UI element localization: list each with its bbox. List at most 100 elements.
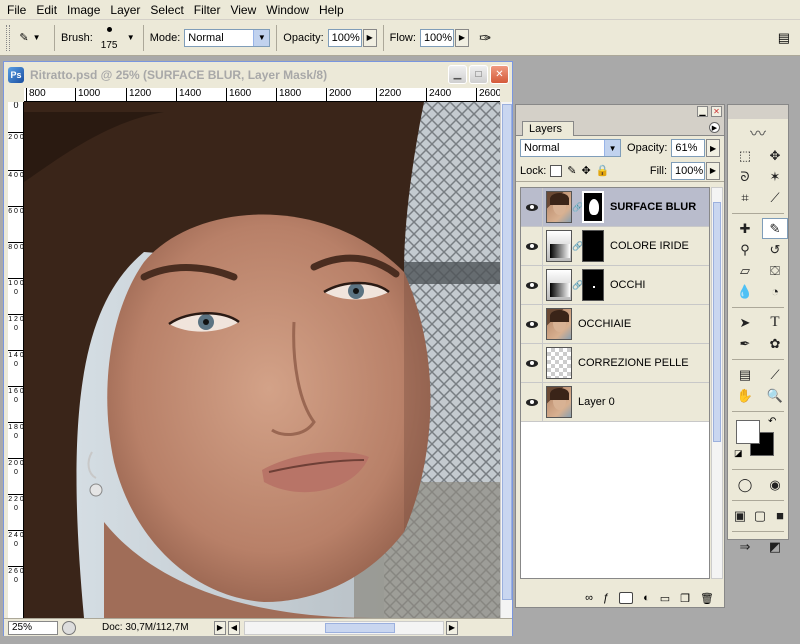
foreground-color-swatch[interactable] bbox=[736, 420, 760, 444]
blend-mode-select[interactable]: Normal ▼ bbox=[520, 139, 622, 157]
new-layer-icon[interactable]: ❐ bbox=[680, 592, 690, 605]
move-tool-icon[interactable]: ✥ bbox=[762, 145, 788, 166]
feather-logo-icon[interactable]: 〰 bbox=[728, 119, 788, 145]
standard-mode-icon[interactable]: ◯ bbox=[732, 474, 758, 495]
mask-link-icon[interactable]: 🔗 bbox=[572, 241, 583, 252]
menu-edit[interactable]: Edit bbox=[31, 0, 62, 20]
visibility-eye-icon[interactable] bbox=[521, 188, 543, 227]
swap-colors-icon[interactable]: ↶ bbox=[768, 416, 776, 427]
slice-tool-icon[interactable]: ⟋ bbox=[762, 187, 788, 208]
horizontal-ruler[interactable]: 800 1000 1200 1400 1600 1800 2000 2200 2… bbox=[24, 88, 500, 102]
layer-mask-thumbnail[interactable] bbox=[582, 191, 604, 223]
menu-help[interactable]: Help bbox=[314, 0, 349, 20]
layer-opacity-slider-button[interactable]: ▶ bbox=[706, 139, 720, 157]
document-title-bar[interactable]: Ps Ritratto.psd @ 25% (SURFACE BLUR, Lay… bbox=[4, 62, 512, 88]
magic-wand-tool-icon[interactable]: ✶ bbox=[762, 166, 788, 187]
maximize-button[interactable]: □ bbox=[469, 65, 488, 84]
lock-all-icon[interactable]: 🔒 bbox=[596, 164, 610, 177]
history-brush-tool-icon[interactable]: ↺ bbox=[762, 239, 788, 260]
document-horizontal-scrollbar[interactable] bbox=[244, 620, 444, 635]
adjustment-layer-icon[interactable]: ◐ bbox=[643, 592, 650, 604]
paint-bucket-tool-icon[interactable]: ⛋ bbox=[762, 260, 788, 281]
visibility-eye-icon[interactable] bbox=[521, 343, 543, 383]
mask-link-icon[interactable]: 🔗 bbox=[572, 280, 583, 291]
image-canvas[interactable] bbox=[24, 102, 500, 618]
dodge-tool-icon[interactable]: ◔ bbox=[762, 281, 788, 302]
layer-style-icon[interactable]: ƒ bbox=[603, 592, 609, 604]
layers-scrollbar[interactable] bbox=[711, 187, 723, 579]
close-button[interactable]: ✕ bbox=[490, 65, 509, 84]
mode-select[interactable]: Normal ▼ bbox=[184, 28, 271, 47]
clone-stamp-tool-icon[interactable]: ⚲ bbox=[732, 239, 758, 260]
document-size[interactable]: Doc: 30,7M/112,7M bbox=[102, 622, 212, 633]
tab-layers[interactable]: Layers bbox=[522, 121, 574, 136]
fill-slider-button[interactable]: ▶ bbox=[706, 161, 720, 180]
layer-opacity-input[interactable]: 61% bbox=[671, 139, 706, 157]
layer-row-surface-blur[interactable]: 🔗 SURFACE BLUR bbox=[521, 188, 709, 227]
layer-thumbnail[interactable] bbox=[546, 191, 572, 223]
visibility-eye-icon[interactable] bbox=[521, 382, 543, 422]
brush-tool-icon[interactable]: ✎ bbox=[762, 218, 788, 239]
visibility-eye-icon[interactable] bbox=[521, 265, 543, 305]
layer-row-correzione-pelle[interactable]: CORREZIONE PELLE bbox=[521, 343, 709, 383]
full-screen-menu-mode-icon[interactable]: ▢ bbox=[752, 505, 768, 526]
lock-transparency-icon[interactable] bbox=[550, 164, 563, 177]
layer-thumbnail[interactable] bbox=[546, 308, 572, 340]
scroll-right-button[interactable]: ▶ bbox=[446, 620, 458, 635]
crop-tool-icon[interactable]: ⌗ bbox=[732, 187, 758, 208]
document-vertical-scrollbar[interactable] bbox=[500, 102, 512, 618]
visibility-eye-icon[interactable] bbox=[521, 226, 543, 266]
shape-tool-icon[interactable]: ✿ bbox=[762, 333, 788, 354]
full-screen-mode-icon[interactable]: ■ bbox=[772, 505, 788, 526]
layer-row-colore-iride[interactable]: 🔗 COLORE IRIDE bbox=[521, 226, 709, 266]
add-mask-icon[interactable] bbox=[619, 592, 634, 604]
eyedropper-tool-icon[interactable]: ⟋ bbox=[762, 364, 788, 385]
adjustment-layer-thumbnail[interactable] bbox=[546, 230, 572, 262]
adjustment-layer-thumbnail[interactable] bbox=[546, 269, 572, 301]
zoom-icon[interactable] bbox=[62, 620, 76, 635]
layer-row-occhiaie[interactable]: OCCHIAIE bbox=[521, 304, 709, 344]
imageready-logo-icon[interactable]: ◩ bbox=[762, 536, 788, 557]
palette-minimize-button[interactable]: ▁ bbox=[697, 106, 708, 117]
quick-mask-mode-icon[interactable]: ◉ bbox=[762, 474, 788, 495]
lasso-tool-icon[interactable]: ᘐ bbox=[732, 166, 758, 187]
jump-to-imageready-icon[interactable]: ⇒ bbox=[732, 536, 758, 557]
visibility-eye-icon[interactable] bbox=[521, 304, 543, 344]
layer-mask-thumbnail[interactable] bbox=[582, 269, 604, 301]
menu-window[interactable]: Window bbox=[261, 0, 314, 20]
notes-tool-icon[interactable]: ▤ bbox=[732, 364, 758, 385]
menu-file[interactable]: File bbox=[2, 0, 31, 20]
layers-palette-titlebar[interactable]: ▁ ✕ bbox=[516, 105, 724, 119]
menu-view[interactable]: View bbox=[225, 0, 261, 20]
layer-thumbnail[interactable] bbox=[546, 347, 572, 379]
vertical-ruler[interactable]: 0 2 0 0 4 0 0 6 0 0 8 0 0 1 0 0 0 1 2 0 … bbox=[8, 102, 24, 618]
standard-screen-mode-icon[interactable]: ▣ bbox=[732, 505, 748, 526]
menu-layer[interactable]: Layer bbox=[105, 0, 145, 20]
scroll-left-button[interactable]: ◀ bbox=[228, 620, 240, 635]
lock-position-icon[interactable]: ✥ bbox=[582, 164, 591, 177]
palette-well-icon[interactable]: ▤ bbox=[778, 30, 790, 46]
lock-pixels-icon[interactable]: ✎ bbox=[567, 164, 576, 177]
hand-tool-icon[interactable]: ✋ bbox=[732, 385, 758, 406]
tools-titlebar[interactable] bbox=[728, 105, 788, 119]
layer-row-layer-0[interactable]: Layer 0 bbox=[521, 382, 709, 422]
flow-slider-button[interactable]: ▶ bbox=[454, 28, 469, 47]
status-menu-arrow-icon[interactable]: ▶ bbox=[214, 620, 226, 635]
healing-brush-tool-icon[interactable]: ✚ bbox=[732, 218, 758, 239]
brush-preset-picker[interactable]: 175 bbox=[97, 23, 123, 53]
new-group-icon[interactable]: ▭ bbox=[660, 592, 670, 605]
minimize-button[interactable]: ▁ bbox=[448, 65, 467, 84]
tool-preset-picker[interactable]: ✎ ▼ bbox=[14, 25, 48, 51]
menu-image[interactable]: Image bbox=[62, 0, 105, 20]
opacity-slider-button[interactable]: ▶ bbox=[362, 28, 377, 47]
eraser-tool-icon[interactable]: ▱ bbox=[732, 260, 758, 281]
default-colors-icon[interactable]: ◪ bbox=[734, 448, 743, 459]
zoom-tool-icon[interactable]: 🔍 bbox=[762, 385, 788, 406]
menu-filter[interactable]: Filter bbox=[189, 0, 226, 20]
layer-mask-thumbnail[interactable] bbox=[582, 230, 604, 262]
marquee-tool-icon[interactable]: ⬚ bbox=[732, 145, 758, 166]
layer-row-occhi[interactable]: 🔗 OCCHI bbox=[521, 265, 709, 305]
airbrush-icon[interactable]: ✑ bbox=[479, 29, 492, 47]
blur-tool-icon[interactable]: 💧 bbox=[732, 281, 758, 302]
flow-input[interactable]: 100% bbox=[419, 28, 454, 47]
